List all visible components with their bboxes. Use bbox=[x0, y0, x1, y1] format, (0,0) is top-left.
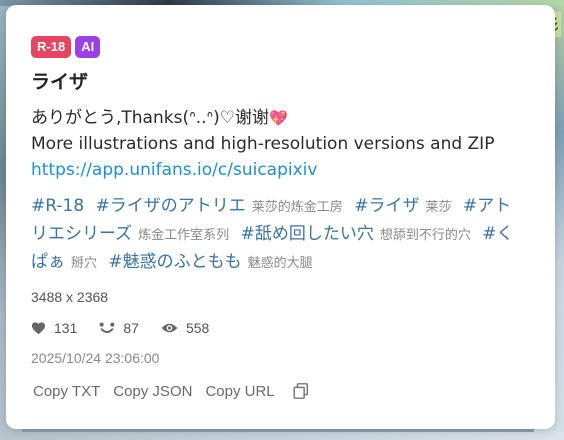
sparkling-heart-icon: 💖 bbox=[269, 109, 288, 127]
bookmarks-stat: 87 bbox=[99, 320, 139, 336]
copy-json-button[interactable]: Copy JSON bbox=[113, 383, 192, 400]
tag-list: #R-18 #ライザのアトリエ 莱莎的炼金工房 #ライザ 莱莎 #アトリエシリーズ炼… bbox=[31, 193, 523, 277]
eye-icon bbox=[161, 323, 178, 333]
views-stat: 558 bbox=[161, 320, 209, 336]
r18-badge: R-18 bbox=[31, 36, 72, 58]
description-line-1: ありがとう,Thanks(ᐢ..ᐢ)♡谢谢💖 bbox=[31, 105, 531, 131]
likes-stat: 131 bbox=[31, 320, 77, 336]
ai-badge: AI bbox=[75, 36, 101, 58]
copy-icon[interactable] bbox=[292, 382, 310, 400]
tag-link[interactable]: #魅惑のふともも bbox=[108, 252, 241, 272]
action-row: Copy TXT Copy JSON Copy URL bbox=[31, 382, 531, 400]
artwork-info-card: R-18 AI ライザ ありがとう,Thanks(ᐢ..ᐢ)♡谢谢💖 More … bbox=[6, 5, 555, 429]
tag-link[interactable]: #ライザ bbox=[354, 196, 419, 216]
copy-url-button[interactable]: Copy URL bbox=[205, 383, 274, 400]
description-link[interactable]: https://app.unifans.io/c/suicapixiv bbox=[31, 160, 317, 180]
tag-translation: 想舔到不行的穴 bbox=[379, 228, 471, 243]
tag-link[interactable]: #舐め回したい穴 bbox=[241, 224, 374, 244]
bookmarks-count: 87 bbox=[123, 320, 139, 336]
description-line-2: More illustrations and high-resolution v… bbox=[31, 134, 495, 154]
artwork-description: ありがとう,Thanks(ᐢ..ᐢ)♡谢谢💖 More illustration… bbox=[31, 105, 531, 183]
heart-icon bbox=[31, 322, 46, 335]
tag-translation: 炼金工作室系列 bbox=[138, 228, 230, 243]
background-artwork-bottom bbox=[0, 432, 564, 440]
tag-translation: 莱莎的炼金工房 bbox=[251, 200, 343, 215]
bookmark-face-icon bbox=[100, 322, 115, 333]
tag-translation: 魅惑的大腿 bbox=[247, 256, 313, 271]
description-thanks-text: ありがとう,Thanks(ᐢ..ᐢ)♡谢谢 bbox=[31, 108, 269, 128]
copy-txt-button[interactable]: Copy TXT bbox=[33, 383, 100, 400]
artwork-title: ライザ bbox=[31, 71, 89, 93]
resolution-text: 3488 x 2368 bbox=[31, 289, 109, 305]
upload-date: 2025/10/24 23:06:00 bbox=[31, 350, 160, 366]
tag-translation: 莱莎 bbox=[425, 200, 452, 215]
views-count: 558 bbox=[185, 320, 210, 336]
stats-row: 131 87 558 bbox=[31, 320, 531, 336]
tag-link[interactable]: #R-18 bbox=[31, 196, 84, 216]
tag-link[interactable]: #ライザのアトリエ bbox=[96, 196, 246, 216]
tag-translation: 掰穴 bbox=[71, 256, 98, 271]
likes-count: 131 bbox=[54, 320, 78, 336]
badge-row: R-18 AI bbox=[31, 36, 531, 58]
